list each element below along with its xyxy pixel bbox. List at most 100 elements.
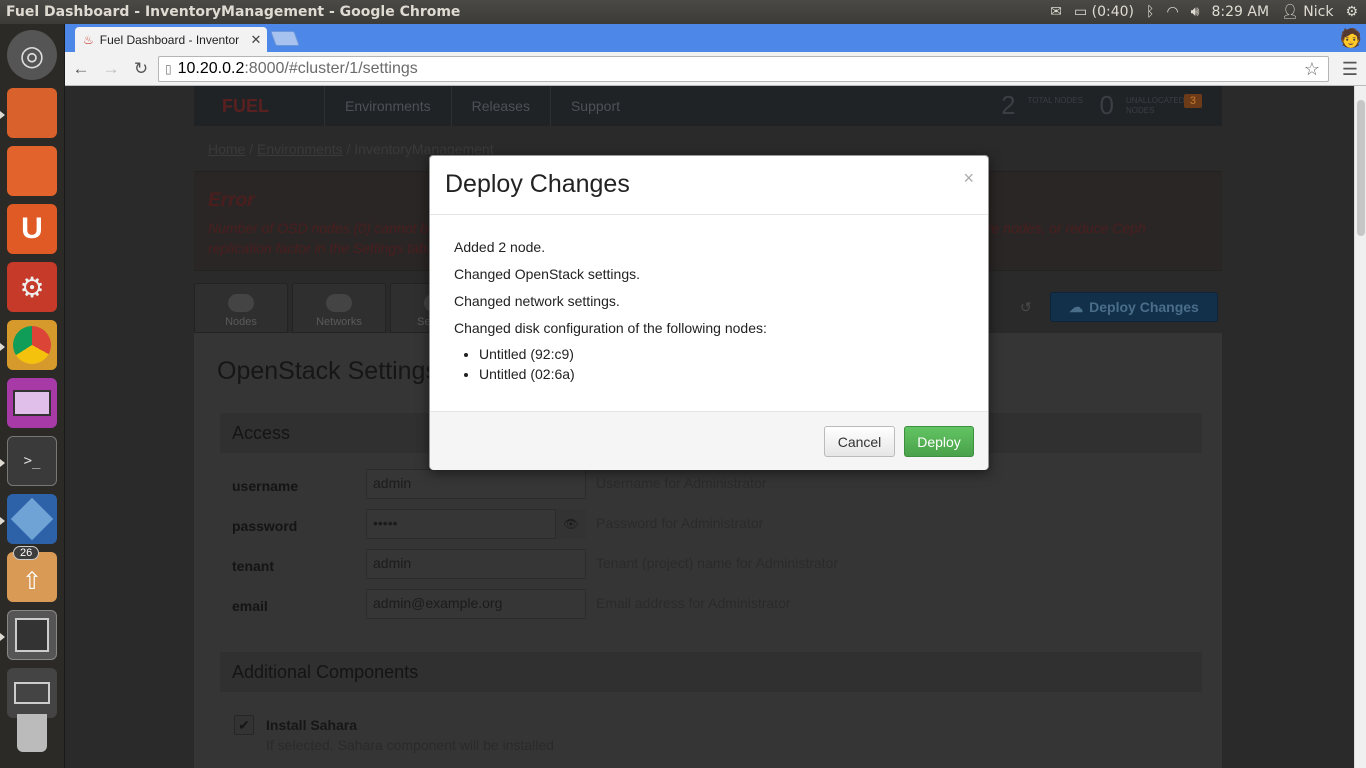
section-additional-components: Additional Components [220,652,1202,692]
list-item: Untitled (02:6a) [479,364,964,384]
tab-networks[interactable]: Networks [292,283,386,333]
deploy-button[interactable]: Deploy [904,426,974,457]
field-label-tenant: tenant [232,558,274,574]
notifications-badge[interactable]: 3 [1183,94,1202,108]
volume-icon[interactable]: 🔊︎ [1191,4,1200,20]
field-label-email: email [232,598,268,614]
reload-icon[interactable]: ↻ [127,55,155,83]
nav-releases[interactable]: Releases [450,86,550,126]
running-indicator [0,111,5,119]
scrollbar-thumb[interactable] [1357,100,1365,236]
modal-footer: Cancel Deploy [430,411,988,470]
file-cabinet-icon[interactable] [7,610,57,660]
list-item: Untitled (92:c9) [479,344,964,364]
modal-body: Added 2 node. Changed OpenStack settings… [430,215,988,411]
running-indicator [0,517,5,525]
browser-tab[interactable]: ♨ Fuel Dashboard - Inventor ✕ [75,27,267,52]
email-help: Email address for Administrator [596,595,791,611]
password-input[interactable]: ••••• [366,509,586,539]
tab-strip: ♨ Fuel Dashboard - Inventor ✕ 🧑 [65,24,1366,52]
email-input[interactable]: admin@example.org [366,589,586,619]
clock[interactable]: 8:29 AM [1211,4,1269,20]
total-nodes-count: 2 [1001,90,1016,120]
user-menu[interactable]: 👤︎ Nick [1281,4,1333,20]
password-help: Password for Administrator [596,515,764,531]
fuel-logo[interactable]: FUEL [194,86,324,126]
window-title: Fuel Dashboard - InventoryManagement - G… [6,4,461,20]
fuel-navbar: FUEL Environments Releases Support 2 TOT… [194,86,1222,126]
session-gear-icon[interactable]: ⚙ [1345,4,1358,20]
system-settings-icon[interactable]: ⚙ [7,262,57,312]
username-input[interactable]: admin [366,469,586,499]
changed-nodes-list: Untitled (92:c9) Untitled (02:6a) [479,344,964,384]
tab-networks-label: Networks [316,316,362,328]
running-indicator [0,633,5,641]
cancel-button[interactable]: Cancel [824,426,895,457]
user-name: Nick [1303,4,1334,20]
total-nodes-label: TOTAL NODES [1027,96,1083,105]
virtualbox-icon[interactable] [7,494,57,544]
profile-avatar-icon[interactable]: 🧑 [1336,24,1366,52]
url-host: 10.20.0.2 [177,60,245,77]
mail-icon[interactable]: ✉ [1050,4,1062,20]
files-folder-icon[interactable] [7,88,57,138]
change-line: Changed OpenStack settings. [454,266,641,282]
wifi-icon[interactable]: ◠ [1166,4,1178,20]
bluetooth-icon[interactable]: ᛒ [1146,4,1154,20]
battery-time: (0:40) [1091,4,1135,20]
breadcrumb-environments[interactable]: Environments [257,141,343,157]
ubuntu-one-icon[interactable]: U [7,204,57,254]
browser-toolbar: ← → ↻ ▯ 10.20.0.2:8000/#cluster/1/settin… [65,52,1366,86]
forward-arrow-icon[interactable]: → [97,55,125,83]
nav-environments[interactable]: Environments [324,86,451,126]
back-arrow-icon[interactable]: ← [67,55,95,83]
new-tab-button[interactable] [270,31,300,46]
remote-desktop-icon[interactable] [7,378,57,428]
show-password-eye-icon[interactable]: 👁 [555,509,586,539]
deploy-changes-button[interactable]: ☁ Deploy Changes [1050,292,1218,322]
bookmark-star-icon[interactable]: ☆ [1304,59,1320,80]
url-path: :8000/#cluster/1/settings [244,60,418,77]
tenant-input[interactable]: admin [366,549,586,579]
os-top-panel: Fuel Dashboard - InventoryManagement - G… [0,0,1366,24]
username-help: Username for Administrator [596,475,767,491]
tab-close-icon[interactable]: ✕ [249,32,263,48]
page-icon: ▯ [165,62,172,76]
network-icon [326,294,352,312]
tab-title: Fuel Dashboard - Inventor [99,32,240,47]
nav-support[interactable]: Support [549,86,640,126]
node-stats: 2 TOTAL NODES 0 UNALLOCATED NODES [1001,90,1186,121]
ubuntu-dash-icon[interactable]: ◎ [7,30,57,80]
page-content: FUEL Environments Releases Support 2 TOT… [65,86,1354,768]
history-icon[interactable]: ↺ [1020,299,1032,316]
change-line: Added 2 node. [454,239,546,255]
breadcrumb-home[interactable]: Home [208,141,245,157]
running-indicator [0,459,5,467]
running-indicator [0,343,5,351]
unity-launcher: ◎ U ⚙ >_ 26 ⇧ [0,24,65,768]
sahara-checkbox[interactable]: ✔ [234,715,254,735]
chrome-icon[interactable] [7,320,57,370]
launcher-count-badge: 26 [13,546,40,560]
cloud-upload-icon: ☁ [1069,298,1084,315]
tab-nodes-label: Nodes [225,316,257,328]
battery-indicator[interactable]: ▭ (0:40) [1074,4,1134,20]
fuel-favicon-icon: ♨ [83,32,94,47]
settings-title: OpenStack Settings [217,357,438,385]
deploy-changes-modal: Deploy Changes × Added 2 node. Changed O… [429,155,989,470]
update-manager-icon[interactable]: 26 ⇧ [7,546,57,602]
terminal-icon[interactable]: >_ [7,436,57,486]
tab-nodes[interactable]: Nodes [194,283,288,333]
address-bar[interactable]: ▯ 10.20.0.2:8000/#cluster/1/settings ☆ [158,56,1329,82]
software-center-icon[interactable] [7,146,57,196]
change-line: Changed network settings. [454,293,620,309]
change-line: Changed disk configuration of the follow… [454,320,767,336]
sahara-help: If selected, Sahara component will be in… [266,737,554,753]
modal-close-icon[interactable]: × [963,168,974,189]
unallocated-nodes-count: 0 [1099,90,1114,120]
page-scrollbar[interactable] [1354,86,1366,768]
chrome-menu-icon[interactable]: ☰ [1342,59,1358,80]
modal-header: Deploy Changes × [430,156,988,215]
chrome-window: ♨ Fuel Dashboard - Inventor ✕ 🧑 ← → ↻ ▯ … [65,24,1366,768]
trash-icon[interactable] [7,708,57,758]
